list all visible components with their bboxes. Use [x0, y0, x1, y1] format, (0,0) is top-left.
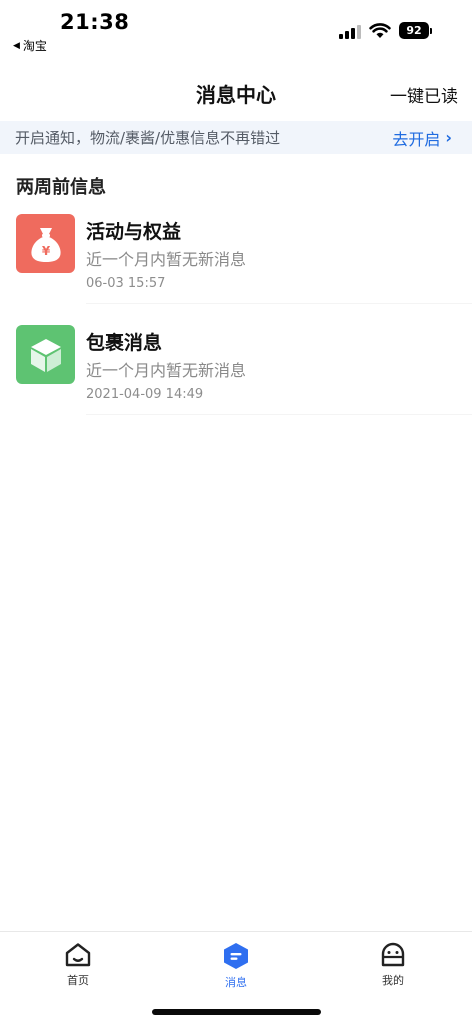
enable-notifications-link[interactable]: 去开启 ›	[392, 126, 452, 150]
tab-messages[interactable]: 消息	[186, 942, 286, 990]
profile-icon	[381, 942, 405, 967]
mark-all-read-button[interactable]: 一键已读	[390, 82, 458, 107]
tab-profile-label: 我的	[382, 974, 404, 987]
money-bag-icon: ¥	[16, 214, 75, 273]
home-indicator[interactable]	[152, 1009, 321, 1015]
back-to-app-button[interactable]: ◀ 淘宝	[13, 37, 47, 54]
divider	[86, 414, 472, 415]
tab-profile[interactable]: 我的	[343, 942, 443, 988]
battery-icon: 92	[399, 22, 432, 39]
message-preview: 近一个月内暂无新消息	[86, 361, 247, 380]
message-title: 包裹消息	[86, 332, 163, 354]
svg-text:¥: ¥	[41, 244, 50, 258]
message-time: 06-03 15:57	[86, 276, 166, 291]
battery-level: 92	[399, 22, 429, 39]
tab-home-label: 首页	[67, 974, 89, 987]
cellular-signal-icon	[339, 23, 361, 39]
enable-notifications-label: 去开启	[392, 129, 441, 149]
back-app-label: 淘宝	[22, 39, 47, 53]
home-icon	[65, 943, 91, 967]
status-time: 21:38	[60, 10, 130, 34]
tab-messages-label: 消息	[225, 976, 247, 989]
message-item-packages[interactable]: 包裹消息 近一个月内暂无新消息 2021-04-09 14:49	[0, 325, 472, 425]
chevron-right-icon: ›	[445, 128, 452, 147]
wifi-icon	[369, 22, 391, 38]
notification-banner[interactable]: 开启通知，物流/裹酱/优惠信息不再错过 去开启 ›	[0, 121, 472, 154]
package-cube-icon	[16, 325, 75, 384]
nav-bar: 消息中心 一键已读	[0, 70, 472, 116]
status-icons: 92	[339, 22, 432, 39]
tab-home[interactable]: 首页	[28, 942, 128, 988]
notification-banner-text: 开启通知，物流/裹酱/优惠信息不再错过	[15, 129, 281, 147]
status-bar: 21:38 ◀ 淘宝 92	[0, 0, 472, 58]
message-icon	[224, 943, 248, 969]
message-time: 2021-04-09 14:49	[86, 387, 204, 402]
message-item-activities[interactable]: ¥ 活动与权益 近一个月内暂无新消息 06-03 15:57	[0, 214, 472, 314]
back-triangle-icon: ◀	[13, 40, 20, 51]
section-title: 两周前信息	[16, 177, 106, 198]
message-title: 活动与权益	[86, 221, 182, 243]
message-preview: 近一个月内暂无新消息	[86, 250, 247, 269]
divider	[86, 303, 472, 304]
